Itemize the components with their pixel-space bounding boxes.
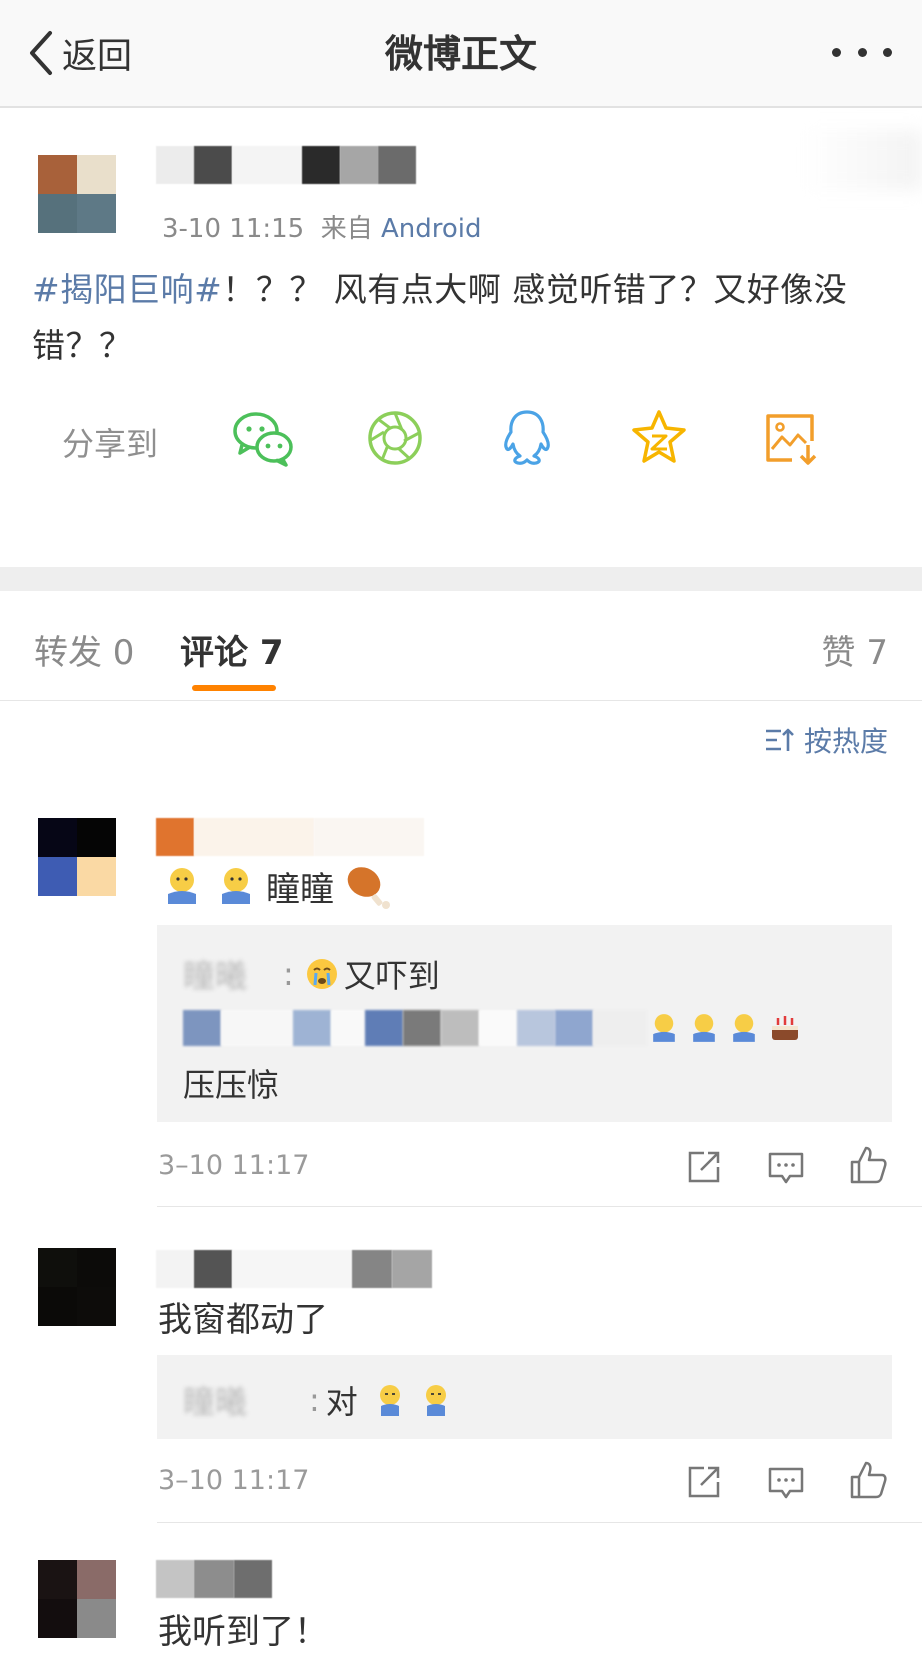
share-label: 分享到 [62,425,159,463]
cake-emoji-icon [772,1016,798,1040]
sort-label: 按热度 [803,725,888,758]
sort-icon [765,728,794,751]
comment-text: 我听到了！ [158,1612,328,1652]
reply-item: 瞳曦 : 又吓到 [183,951,440,997]
avatar[interactable] [38,155,116,233]
avatar[interactable] [38,1560,116,1638]
author-name-redacted[interactable] [156,146,416,184]
comment-time: 3–10 11:17 [158,1465,310,1496]
crying-emoji-icon [306,959,337,989]
section-divider [0,567,922,591]
like-thumb-icon[interactable] [848,1145,888,1185]
page-title: 微博正文 [384,32,537,76]
reply-author-redacted[interactable]: 瞳曦 [183,1377,247,1423]
reply-colon: : [309,1381,320,1419]
reply-comment-icon[interactable] [766,1462,806,1502]
tab-comment[interactable]: 评论 7 [180,625,284,674]
avatar[interactable] [38,818,116,896]
doge-hug-emoji-icon [733,1014,755,1042]
share-bar: 分享到 [0,405,922,477]
comment-text: 我窗都动了 [158,1300,328,1340]
reply-box[interactable]: 瞳曦 : 对 [157,1355,892,1439]
reply-box[interactable]: 瞳曦 : 又吓到 压压惊 [157,925,892,1122]
post-time: 3-10 11:15 [162,214,305,244]
sleepy-emoji-icon [379,1385,400,1416]
more-menu-button[interactable] [832,48,892,60]
wechat-icon[interactable] [230,405,296,471]
more-dot-icon [832,48,841,57]
post-meta: 3-10 11:15 来自 Android [162,208,482,245]
more-dot-icon [883,48,892,57]
qzone-icon[interactable] [626,405,692,471]
sort-button[interactable]: 按热度 [764,720,888,760]
comment-time: 3–10 11:17 [158,1150,310,1181]
reply-text: 又吓到 [343,957,440,995]
doge-hug-emoji-icon [222,868,250,904]
tab-bar: 转发 0 评论 7 赞 7 [0,591,922,701]
doge-hug-emoji-icon [653,1014,675,1042]
post-source[interactable]: Android [381,214,482,244]
reply-text-continued: 压压惊 [183,1066,280,1104]
moments-icon[interactable] [362,405,428,471]
tab-like[interactable]: 赞 7 [822,625,888,674]
doge-hug-emoji-icon [168,868,196,904]
comment-body: 瞳瞳 [160,860,394,912]
reply-item: 瞳曦 : 对 [183,1377,454,1423]
commenter-name-redacted[interactable] [156,1560,272,1598]
avatar[interactable] [38,1248,116,1326]
post-card: 3-10 11:15 来自 Android #揭阳巨响#！？？ 风有点大啊 感觉… [0,110,922,567]
background-blur [802,130,922,190]
save-image-icon[interactable] [758,405,824,471]
share-comment-icon[interactable] [684,1147,724,1187]
like-thumb-icon[interactable] [848,1460,888,1500]
share-comment-icon[interactable] [684,1462,724,1502]
reply-text: 对 [325,1383,358,1421]
post-body: #揭阳巨响#！？？ 风有点大啊 感觉听错了？又好像没错？？ [32,262,892,374]
commenter-name-redacted[interactable] [156,818,424,856]
reply-colon: : [283,955,294,993]
more-dot-icon [857,48,867,57]
sleepy-emoji-icon [425,1385,446,1416]
reply-author-redacted[interactable]: 瞳曦 [183,951,247,997]
nav-bar: 返回 微博正文 [0,0,922,108]
source-prefix: 来自 [320,214,373,244]
qq-icon[interactable] [494,405,560,471]
comment-separator [157,1522,922,1523]
active-tab-indicator [192,685,276,691]
reply-item-redacted [183,1010,803,1046]
commenter-name-redacted[interactable] [156,1250,432,1288]
comment-separator [157,1206,922,1207]
doge-hug-emoji-icon [693,1014,715,1042]
comment-text: 瞳瞳 [266,869,334,910]
topic-link[interactable]: #揭阳巨响# [32,270,222,309]
reply-comment-icon[interactable] [766,1147,806,1187]
chicken-leg-emoji-icon [347,867,390,909]
tab-repost[interactable]: 转发 0 [34,625,134,674]
